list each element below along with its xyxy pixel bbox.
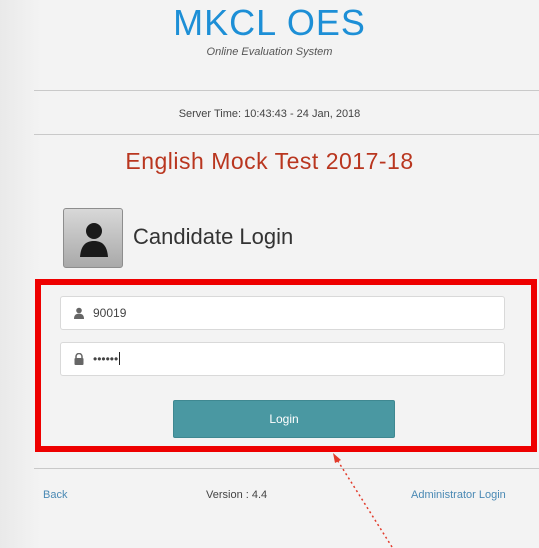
pointer-arrow — [333, 453, 393, 548]
